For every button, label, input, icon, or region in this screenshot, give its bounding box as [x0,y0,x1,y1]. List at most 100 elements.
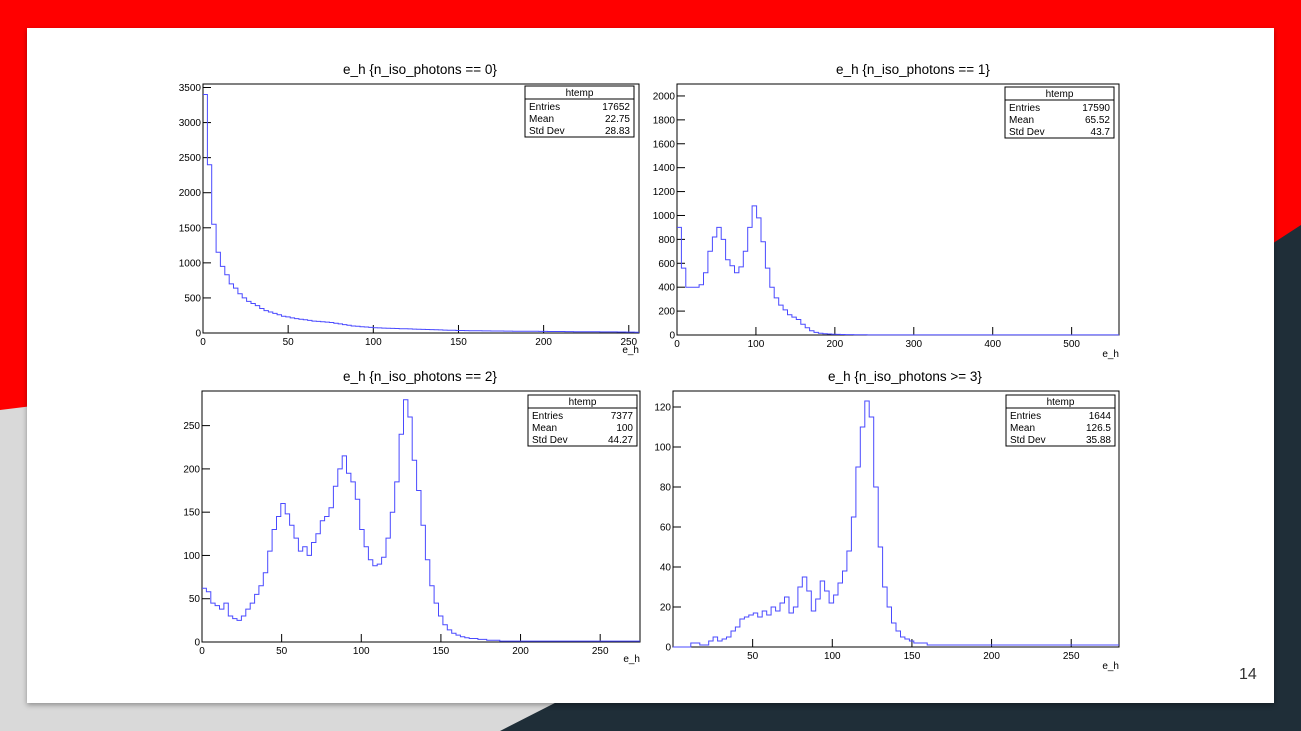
y-tick-label: 80 [660,483,672,494]
y-tick-label: 40 [660,563,672,574]
y-ticks: 0200400600800100012001400160018002000 [653,91,685,342]
x-ticks: 0 100 200 300 400 500 [674,327,1080,350]
stats-entries-value: 17590 [1082,103,1110,114]
stats-entries-value: 7377 [611,411,634,422]
x-axis-label: e_h [623,654,640,665]
stats-name: htemp [569,397,597,408]
stats-stddev-label: Std Dev [529,126,565,137]
x-tick-label: 250 [592,646,609,657]
histogram-panel-0: e_h {n_iso_photons == 0} 0 500 1000 1500 200… [150,55,645,360]
stats-mean-value: 22.75 [605,114,630,125]
y-tick-label: 200 [183,464,200,475]
stats-entries-label: Entries [532,411,563,422]
y-tick-label: 3500 [179,83,202,94]
x-tick-label: 200 [512,646,529,657]
y-tick-label: 50 [189,594,201,605]
stats-stddev-value: 28.83 [605,126,630,137]
histogram-0: e_h {n_iso_photons == 0} 0 500 1000 1500 200… [179,62,640,356]
y-tick-label: 500 [184,293,201,304]
x-tick-label: 150 [450,337,467,348]
stats-name: htemp [1047,397,1075,408]
stats-mean-label: Mean [1010,423,1035,434]
x-axis-label: e_h [1102,661,1119,672]
y-tick-label: 0 [665,643,671,654]
x-tick-label: 200 [535,337,552,348]
x-tick-label: 200 [827,339,844,350]
y-tick-label: 2000 [179,188,202,199]
histogram-3: e_h {n_iso_photons >= 3} 0 20 40 60 80 100 120… [654,369,1120,672]
y-tick-label: 100 [654,443,671,454]
x-tick-label: 0 [674,339,680,350]
stats-stddev-label: Std Dev [1010,435,1046,446]
y-tick-label: 600 [658,259,675,270]
stats-mean-label: Mean [529,114,554,125]
stats-mean-label: Mean [1009,115,1034,126]
stats-stddev-value: 44.27 [608,435,633,446]
stats-entries-label: Entries [529,102,560,113]
x-tick-label: 500 [1063,339,1080,350]
x-ticks: 0 50 100 150 200 250 [199,634,609,657]
y-tick-label: 800 [658,235,675,246]
stats-stddev-label: Std Dev [532,435,568,446]
stats-box: htemp Entries 1644 Mean 126.5 Std Dev 35… [1005,394,1116,447]
x-ticks: 0 50 100 150 200 250 [200,325,638,348]
stats-stddev-value: 43.7 [1091,127,1111,138]
x-tick-label: 100 [748,339,765,350]
stats-entries-value: 1644 [1089,411,1112,422]
histogram-panel-3: e_h {n_iso_photons >= 3} 0 20 40 60 80 100 120… [643,362,1138,672]
y-tick-label: 60 [660,523,672,534]
y-ticks: 050100150200250 [183,421,210,649]
x-tick-label: 100 [353,646,370,657]
stats-mean-label: Mean [532,423,557,434]
y-ticks: 0 20 40 60 80 100 120 [654,403,681,654]
x-tick-label: 150 [904,651,921,662]
y-ticks: 0500100015002000250030003500 [179,83,211,340]
y-tick-label: 1800 [653,115,676,126]
y-tick-label: 20 [660,603,672,614]
y-tick-label: 250 [183,421,200,432]
x-tick-label: 200 [983,651,1000,662]
x-tick-label: 300 [905,339,922,350]
y-tick-label: 120 [654,403,671,414]
y-tick-label: 3000 [179,118,202,129]
plot-title: e_h {n_iso_photons == 2} [343,369,497,384]
stats-mean-value: 65.52 [1085,115,1110,126]
stats-box: htemp Entries 17652 Mean 22.75 Std Dev 2… [524,85,635,138]
y-tick-label: 1200 [653,187,676,198]
plot-title: e_h {n_iso_photons == 0} [343,62,497,77]
y-tick-label: 400 [658,283,675,294]
stats-box: htemp Entries 17590 Mean 65.52 Std Dev 4… [1004,86,1115,139]
y-tick-label: 1000 [179,258,202,269]
stats-entries-value: 17652 [602,102,630,113]
x-tick-label: 100 [824,651,841,662]
stats-box: htemp Entries 7377 Mean 100 Std Dev 44.2… [527,394,638,447]
x-tick-label: 100 [365,337,382,348]
histogram-2: e_h {n_iso_photons == 2} 0 50 100 150 200 250… [183,369,641,665]
stats-mean-value: 100 [616,423,633,434]
plot-title: e_h {n_iso_photons == 1} [836,62,990,77]
page-number: 14 [1239,666,1257,683]
y-tick-label: 100 [183,551,200,562]
y-tick-label: 1600 [653,139,676,150]
stats-stddev-label: Std Dev [1009,127,1045,138]
x-axis-label: e_h [1102,349,1119,360]
x-tick-label: 250 [1063,651,1080,662]
y-tick-label: 2500 [179,153,202,164]
plot-title: e_h {n_iso_photons >= 3} [828,369,982,384]
y-tick-label: 1500 [179,223,202,234]
stats-mean-value: 126.5 [1086,423,1111,434]
x-tick-label: 150 [433,646,450,657]
x-tick-label: 50 [283,337,295,348]
stats-stddev-value: 35.88 [1086,435,1111,446]
histogram-1: e_h {n_iso_photons == 1} 0 200 400 600 800 10… [653,62,1120,360]
y-tick-label: 1000 [653,211,676,222]
x-tick-label: 50 [747,651,759,662]
stats-entries-label: Entries [1009,103,1040,114]
x-axis-label: e_h [622,345,639,356]
y-tick-label: 1400 [653,163,676,174]
stats-entries-label: Entries [1010,411,1041,422]
y-tick-label: 200 [658,307,675,318]
x-tick-label: 0 [200,337,206,348]
x-tick-label: 0 [199,646,205,657]
stats-name: htemp [1046,89,1074,100]
